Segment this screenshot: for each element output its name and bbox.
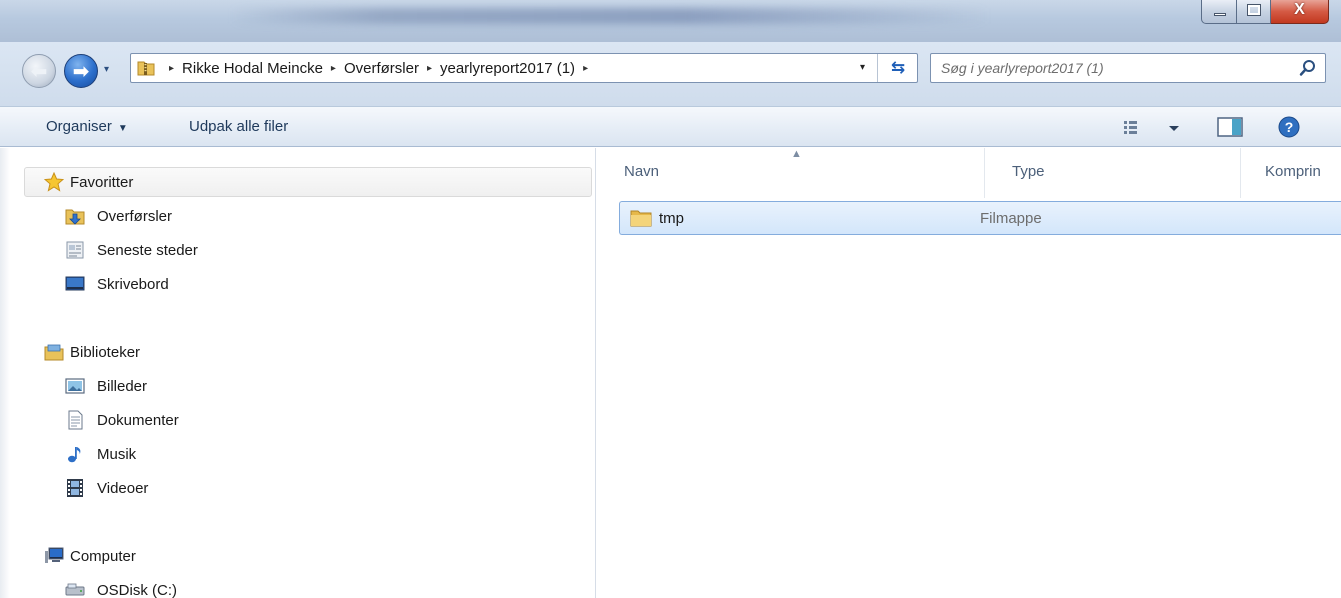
refresh-icon: ⇆	[890, 58, 906, 77]
command-bar: Organiser ▼ Udpak alle filer ?	[0, 106, 1341, 147]
downloads-folder-icon	[65, 209, 85, 225]
column-header-label: Type	[1012, 163, 1045, 180]
address-history-dropdown[interactable]: ▾	[860, 62, 865, 73]
column-header-label: Navn	[624, 163, 660, 180]
search-input[interactable]	[931, 54, 1281, 82]
window-controls: X	[1201, 0, 1329, 26]
drive-icon	[65, 583, 85, 596]
nav-label: Favoritter	[70, 174, 134, 191]
music-icon	[68, 447, 81, 463]
search-icon[interactable]	[1299, 59, 1317, 77]
minimize-button[interactable]	[1201, 0, 1237, 24]
chevron-down-icon	[1169, 126, 1179, 131]
address-bar[interactable]: ▸ Rikke Hodal Meincke ▸ Overførsler ▸ ye…	[130, 53, 918, 83]
nav-favorites[interactable]: Favoritter	[0, 168, 560, 198]
nav-item-documents[interactable]: Dokumenter	[0, 406, 560, 436]
extract-all-button[interactable]: Udpak alle filer	[189, 118, 288, 135]
breadcrumb-separator-icon[interactable]: ▸	[583, 63, 588, 74]
search-box[interactable]	[930, 53, 1326, 83]
change-view-button[interactable]	[1124, 117, 1186, 139]
refresh-button[interactable]: ⇆	[877, 54, 918, 82]
back-arrow-icon: ⬅	[30, 61, 48, 83]
desktop-icon	[65, 276, 85, 291]
breadcrumb-separator-icon[interactable]: ▸	[169, 63, 174, 74]
help-icon[interactable]: ?	[1278, 116, 1300, 138]
minimize-icon	[1214, 13, 1226, 16]
forward-arrow-icon: ➡	[72, 61, 90, 83]
pictures-icon	[65, 378, 85, 394]
sort-ascending-icon: ▲	[791, 148, 802, 160]
breadcrumb-separator-icon[interactable]: ▸	[427, 63, 432, 74]
nav-label: Seneste steder	[97, 242, 198, 259]
svg-text:?: ?	[1285, 119, 1294, 135]
star-icon	[44, 172, 64, 192]
folder-icon	[630, 210, 652, 227]
breadcrumb: ▸ Rikke Hodal Meincke ▸ Overførsler ▸ ye…	[161, 60, 596, 77]
nav-label: Billeder	[97, 378, 148, 395]
nav-computer[interactable]: Computer	[0, 542, 560, 572]
file-list: ▲ Navn Type Komprin tmp Filmappe	[597, 148, 1341, 598]
navigation-row: ⬅ ➡ ▾ ▸ Rikke Hodal Meincke ▸ Overførsle…	[0, 42, 1341, 106]
navigation-pane: Favoritter Overførsler Seneste steder Sk…	[0, 148, 596, 598]
organise-label: Organiser	[46, 118, 112, 135]
close-icon: X	[1294, 1, 1305, 18]
column-header-name[interactable]: ▲ Navn	[597, 148, 985, 198]
window-title-blurred	[230, 8, 990, 24]
nav-label: Dokumenter	[97, 412, 179, 429]
recent-places-icon	[66, 241, 84, 259]
nav-item-downloads[interactable]: Overførsler	[0, 202, 560, 232]
nav-item-desktop[interactable]: Skrivebord	[0, 270, 560, 300]
breadcrumb-separator-icon[interactable]: ▸	[331, 63, 336, 74]
title-bar: X	[0, 0, 1341, 42]
file-type: Filmappe	[980, 210, 1042, 227]
nav-label: Videoer	[97, 480, 149, 497]
recent-pages-dropdown[interactable]: ▾	[104, 64, 109, 75]
documents-icon	[68, 410, 83, 430]
column-header-label: Komprin	[1265, 163, 1321, 180]
maximize-icon	[1247, 4, 1261, 16]
libraries-icon	[44, 344, 64, 361]
breadcrumb-item-current[interactable]: yearlyreport2017 (1)	[440, 60, 575, 77]
file-name: tmp	[659, 210, 685, 227]
preview-pane-icon[interactable]	[1217, 117, 1243, 137]
nav-libraries[interactable]: Biblioteker	[0, 338, 560, 368]
nav-label: Skrivebord	[97, 276, 169, 293]
computer-icon	[45, 547, 64, 563]
nav-label: Overførsler	[97, 208, 172, 225]
maximize-button[interactable]	[1237, 0, 1271, 24]
chevron-down-icon: ▼	[117, 123, 128, 134]
nav-label: Biblioteker	[70, 344, 141, 361]
forward-button[interactable]: ➡	[64, 54, 98, 88]
nav-label: OSDisk (C:)	[97, 582, 177, 598]
column-header-type[interactable]: Type	[985, 148, 1241, 198]
videos-icon	[67, 479, 83, 497]
back-button[interactable]: ⬅	[22, 54, 56, 88]
nav-item-videos[interactable]: Videoer	[0, 474, 560, 504]
nav-item-music[interactable]: Musik	[0, 440, 560, 470]
close-button[interactable]: X	[1271, 0, 1329, 24]
zip-folder-icon	[137, 61, 155, 76]
nav-item-recent-places[interactable]: Seneste steder	[0, 236, 560, 266]
breadcrumb-item-user[interactable]: Rikke Hodal Meincke	[182, 60, 323, 77]
nav-item-pictures[interactable]: Billeder	[0, 372, 560, 402]
organise-button[interactable]: Organiser ▼	[46, 118, 128, 135]
file-row[interactable]: tmp Filmappe	[619, 201, 1341, 235]
view-list-icon	[1124, 121, 1137, 134]
breadcrumb-item-downloads[interactable]: Overførsler	[344, 60, 419, 77]
nav-label: Computer	[70, 548, 136, 565]
nav-label: Musik	[97, 446, 137, 463]
column-header-compressed-size[interactable]: Komprin	[1241, 148, 1341, 198]
nav-item-osdisk[interactable]: OSDisk (C:)	[0, 576, 560, 598]
